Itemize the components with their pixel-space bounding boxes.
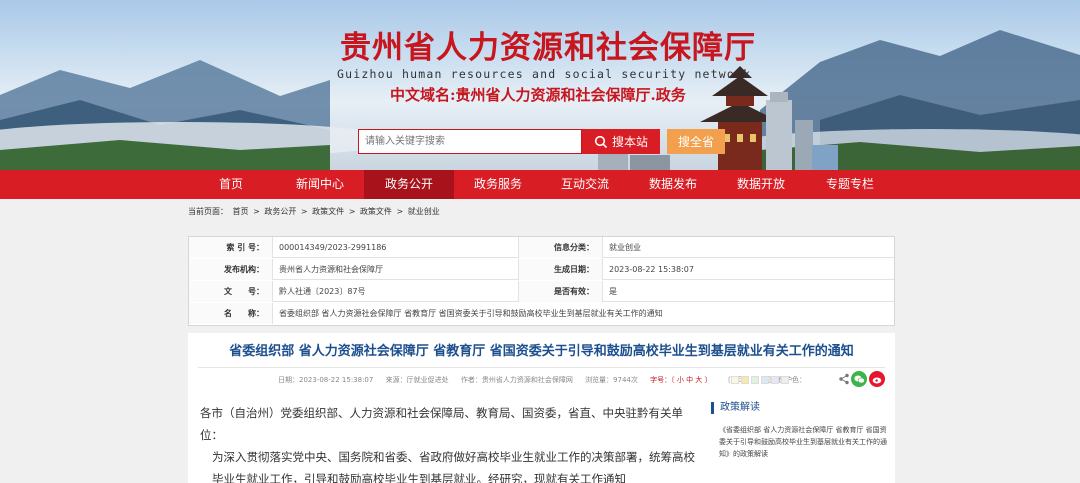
weibo-icon[interactable] — [869, 371, 885, 387]
name-label: 名 称： — [189, 303, 273, 324]
category-value: 就业创业 — [609, 243, 641, 252]
docno-value: 黔人社通〔2023〕87号 — [273, 281, 519, 302]
breadcrumb-prefix: 当前页面： — [188, 207, 228, 216]
document-info-table: 索 引 号： 000014349/2023-2991186 信息分类： 就业创业… — [188, 236, 895, 326]
name-value: 省委组织部 省人力资源社会保障厅 省教育厅 省国资委关于引导和鼓励高校毕业生到基… — [279, 309, 663, 318]
breadcrumb-item-policy[interactable]: 政策文件 — [312, 207, 344, 216]
info-row: 名 称： 省委组织部 省人力资源社会保障厅 省教育厅 省国资委关于引导和鼓励高校… — [189, 303, 894, 324]
nav-item-topics[interactable]: 专题专栏 — [805, 170, 895, 199]
nav-item-news[interactable]: 新闻中心 — [275, 170, 365, 199]
nav-item-home[interactable]: 首页 — [186, 170, 276, 199]
index-label: 索 引 号： — [189, 237, 273, 258]
publisher-label: 发布机构： — [189, 259, 273, 280]
date-label: 生成日期： — [519, 259, 603, 280]
meta-author: 作者：贵州省人力资源和社会保障网 — [460, 376, 573, 384]
site-domain: 中文域名:贵州省人力资源和社会保障厅.政务 — [390, 86, 686, 104]
breadcrumb-item-employment[interactable]: 就业创业 — [408, 207, 440, 216]
font-size-selector[interactable]: 字号：〔 小 中 大 〕 — [650, 376, 711, 384]
info-row: 发布机构： 贵州省人力资源和社会保障厅 生成日期： 2023-08-22 15:… — [189, 259, 894, 280]
article-paragraph: 为深入贯彻落实党中央、国务院和省委、省政府做好高校毕业生就业工作的决策部署，统筹… — [212, 450, 695, 483]
article-body: 各市（自治州）党委组织部、人力资源和社会保障局、教育局、国资委，省直、中央驻黔有… — [200, 402, 696, 483]
breadcrumb-item-gov-affairs[interactable]: 政务公开 — [264, 207, 296, 216]
article-title: 省委组织部 省人力资源社会保障厅 省教育厅 省国资委关于引导和鼓励高校毕业生到基… — [229, 344, 854, 359]
breadcrumb-separator: > — [396, 207, 404, 216]
info-row: 索 引 号： 000014349/2023-2991186 信息分类： 就业创业 — [189, 237, 894, 258]
policy-interpretation-title: 政策解读 — [711, 402, 891, 414]
search-input[interactable] — [358, 129, 582, 154]
breadcrumb-item-home[interactable]: 首页 — [233, 207, 249, 216]
meta-source: 来源：厅就业促进处 — [385, 376, 449, 384]
site-title: 贵州省人力资源和社会保障厅 — [340, 30, 756, 66]
share-icon[interactable] — [838, 371, 850, 387]
breadcrumb-separator: > — [348, 207, 356, 216]
search-button-label: 搜本站 — [611, 135, 648, 149]
color-swatch[interactable] — [771, 376, 779, 384]
wechat-icon[interactable] — [851, 371, 867, 387]
main-nav: 首页 新闻中心 政务公开 政务服务 互动交流 数据发布 数据开放 专题专栏 — [0, 170, 1080, 199]
color-swatch[interactable] — [751, 376, 759, 384]
meta-date: 日期：2023-08-22 15:38:07 — [278, 376, 374, 384]
color-swatch[interactable] — [741, 376, 749, 384]
nav-item-open-data[interactable]: 数据开放 — [716, 170, 806, 199]
search-icon — [594, 135, 608, 148]
valid-value: 是 — [609, 287, 617, 296]
breadcrumb: 当前页面： 首页 > 政务公开 > 政策文件 > 政策文件 > 就业创业 — [188, 206, 442, 217]
site-banner: 贵州省人力资源和社会保障厅 Guizhou human resources an… — [0, 0, 1080, 170]
color-swatch[interactable] — [761, 376, 769, 384]
docno-label: 文 号： — [189, 281, 273, 302]
article: 省委组织部 省人力资源社会保障厅 省教育厅 省国资委关于引导和鼓励高校毕业生到基… — [188, 333, 895, 483]
color-swatch[interactable] — [781, 376, 789, 384]
category-label: 信息分类： — [519, 237, 603, 258]
divider — [198, 367, 885, 368]
site-subtitle: Guizhou human resources and social secur… — [337, 67, 752, 81]
date-value: 2023-08-22 15:38:07 — [609, 265, 694, 274]
policy-interpretation-panel: 政策解读 《省委组织部 省人力资源社会保障厅 省教育厅 省国资委关于引导和鼓励高… — [711, 402, 891, 460]
color-swatch[interactable] — [731, 376, 739, 384]
nav-item-data-release[interactable]: 数据发布 — [628, 170, 718, 199]
breadcrumb-item-policy-2[interactable]: 政策文件 — [360, 207, 392, 216]
article-paragraph: 各市（自治州）党委组织部、人力资源和社会保障局、教育局、国资委，省直、中央驻黔有… — [200, 406, 683, 442]
search-province-button[interactable]: 搜全省 — [667, 129, 725, 154]
index-value: 000014349/2023-2991186 — [273, 237, 519, 258]
policy-interpretation-link[interactable]: 《省委组织部 省人力资源社会保障厅 省教育厅 省国资委关于引导和鼓励高校毕业生到… — [711, 424, 891, 460]
nav-item-services[interactable]: 政务服务 — [453, 170, 543, 199]
info-row: 文 号： 黔人社通〔2023〕87号 是否有效： 是 — [189, 281, 894, 302]
valid-label: 是否有效： — [519, 281, 603, 302]
search-button[interactable]: 搜本站 — [582, 129, 660, 154]
meta-views: 浏览量：9744次 — [585, 376, 638, 384]
publisher-value: 贵州省人力资源和社会保障厅 — [273, 259, 519, 280]
breadcrumb-separator: > — [300, 207, 308, 216]
breadcrumb-separator: > — [253, 207, 260, 216]
nav-item-interaction[interactable]: 互动交流 — [540, 170, 630, 199]
nav-item-gov-affairs[interactable]: 政务公开 — [364, 170, 454, 199]
